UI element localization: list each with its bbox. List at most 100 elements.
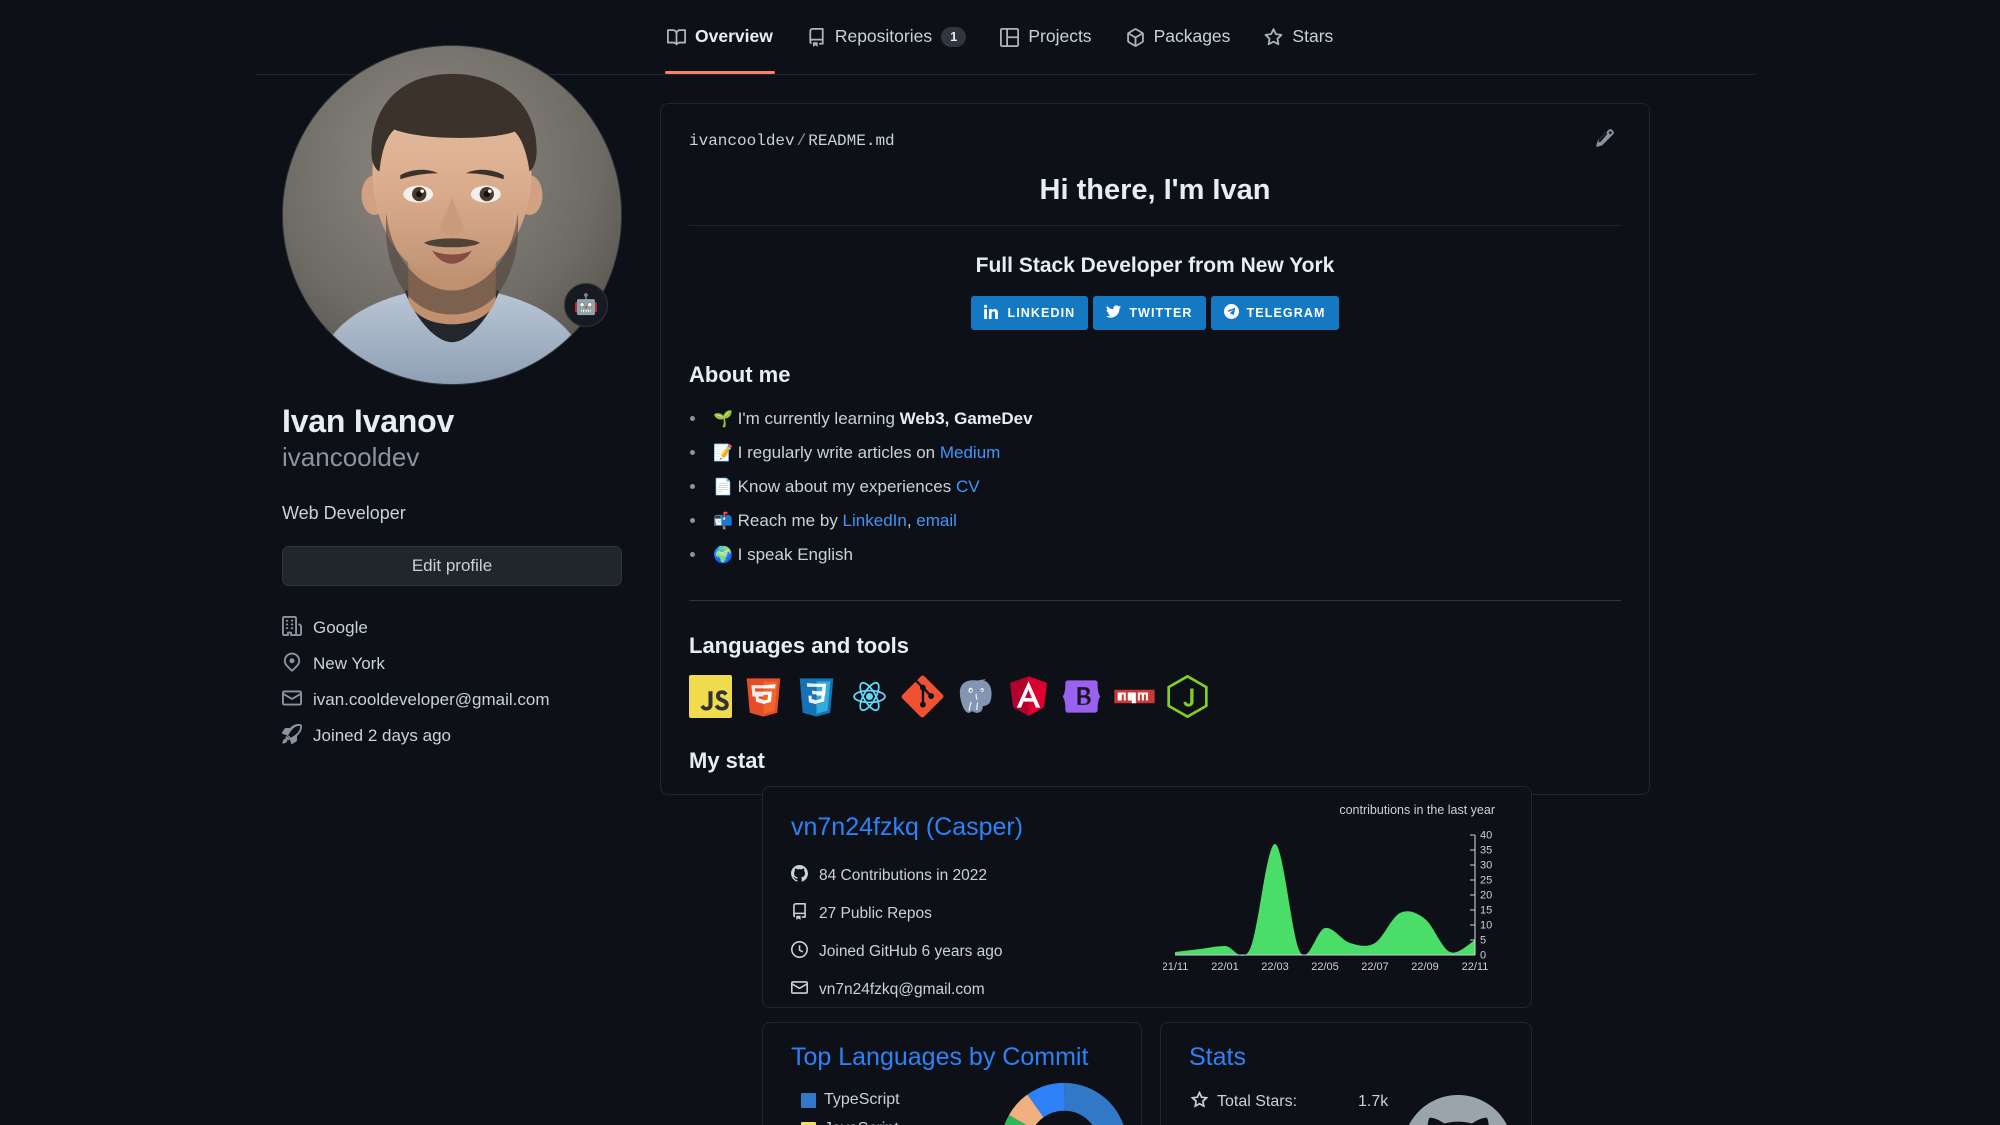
about-item-learning-text: I'm currently learning xyxy=(737,409,900,428)
languages-tools-heading: Languages and tools xyxy=(689,633,910,658)
avatar[interactable] xyxy=(282,45,622,385)
meta-email-text: ivan.cooldeveloper@gmail.com xyxy=(313,690,550,709)
globe-emoji-icon: 🌍 xyxy=(713,547,733,564)
angular-icon[interactable] xyxy=(1007,675,1050,718)
page-emoji-icon: 📄 xyxy=(713,479,733,496)
twitter-icon xyxy=(1106,304,1122,322)
table-icon xyxy=(1000,27,1020,47)
legend-swatch-typescript xyxy=(801,1092,816,1108)
nodejs-icon[interactable] xyxy=(1166,675,1209,718)
star-icon xyxy=(1190,1090,1209,1113)
telegram-badge[interactable]: TELEGRAM xyxy=(1210,296,1339,330)
casper-contributions-text: 84 Contributions in 2022 xyxy=(819,867,988,884)
repo-icon xyxy=(791,903,808,925)
rocket-icon xyxy=(281,723,302,749)
linkedin-badge[interactable]: LINKEDIN xyxy=(971,296,1089,330)
npm-icon[interactable] xyxy=(1113,675,1156,718)
tab-projects[interactable]: Projects xyxy=(998,0,1093,74)
casper-stat-card: vn7n24fzkq (Casper) 84 Contributions in … xyxy=(762,786,1532,1008)
tab-projects-label: Projects xyxy=(1028,26,1092,47)
about-item-reach: 📬 Reach me by LinkedIn, email xyxy=(707,504,1621,538)
about-item-articles: 📝 I regularly write articles on Medium xyxy=(707,436,1621,470)
tab-overview-label: Overview xyxy=(695,26,773,47)
stats-row-total-stars: Total Stars: 1.7k xyxy=(1190,1090,1388,1113)
profile-login: ivancooldev xyxy=(282,442,420,472)
profile-meta-list: Google New York ivan.cooldeveloper@gmail… xyxy=(281,615,622,749)
readme-filename[interactable]: README.md xyxy=(808,132,894,150)
svg-text:21/11: 21/11 xyxy=(1163,961,1188,973)
chart-title: contributions in the last year xyxy=(1339,803,1495,817)
about-item-language: 🌍 I speak English xyxy=(707,538,1621,572)
github-profile-page: Overview Repositories 1 Projects Package… xyxy=(0,0,2000,1125)
package-icon xyxy=(1126,27,1145,47)
svg-text:22/03: 22/03 xyxy=(1261,961,1289,973)
bootstrap-icon[interactable] xyxy=(1060,675,1103,718)
about-me-heading: About me xyxy=(689,362,791,387)
contributions-chart: 0 5 10 15 20 25 30 35 40 21/11 22/01 22/03 22/05 22/… xyxy=(1163,825,1513,995)
organization-icon xyxy=(282,615,302,641)
react-icon[interactable] xyxy=(848,675,891,718)
javascript-icon[interactable] xyxy=(689,675,732,718)
social-badges: LINKEDIN TWITTER TELEGRAM xyxy=(689,296,1621,330)
tab-packages[interactable]: Packages xyxy=(1124,0,1233,74)
svg-text:25: 25 xyxy=(1480,875,1492,887)
cv-link[interactable]: CV xyxy=(956,477,980,496)
css3-icon[interactable] xyxy=(795,675,838,718)
tab-packages-label: Packages xyxy=(1153,26,1231,47)
twitter-badge[interactable]: TWITTER xyxy=(1093,296,1206,330)
tab-overview[interactable]: Overview xyxy=(665,0,775,74)
svg-text:30: 30 xyxy=(1480,860,1492,872)
profile-sidebar: 🤖 Ivan Ivanov ivancooldev Web Developer … xyxy=(281,45,622,749)
about-item-language-text: I speak English xyxy=(737,545,853,564)
about-item-reach-text: Reach me by xyxy=(737,511,843,530)
casper-card-title[interactable]: vn7n24fzkq (Casper) xyxy=(791,813,1023,842)
svg-text:22/09: 22/09 xyxy=(1411,961,1439,973)
telegram-icon xyxy=(1223,304,1239,322)
postgresql-icon[interactable] xyxy=(954,675,997,718)
memo-emoji-icon: 📝 xyxy=(713,445,733,462)
meta-email[interactable]: ivan.cooldeveloper@gmail.com xyxy=(282,688,622,713)
svg-text:5: 5 xyxy=(1480,935,1486,947)
my-stat-heading: My stat xyxy=(689,748,765,773)
html5-icon[interactable] xyxy=(742,675,785,718)
tab-stars[interactable]: Stars xyxy=(1262,0,1335,74)
readme-header: ivancooldev / README.md xyxy=(661,104,1649,162)
tab-repositories-label: Repositories xyxy=(834,26,933,47)
octocat-icon xyxy=(1403,1095,1513,1125)
casper-repos-text: 27 Public Repos xyxy=(819,905,932,922)
readme-body: Hi there, I'm Ivan Full Stack Developer … xyxy=(661,174,1649,774)
top-languages-legend: TypeScript JavaScript xyxy=(801,1091,900,1125)
git-icon[interactable] xyxy=(901,675,944,718)
casper-joined-text: Joined GitHub 6 years ago xyxy=(819,943,1003,960)
stats-label-total-stars: Total Stars: xyxy=(1217,1093,1298,1110)
tab-repositories[interactable]: Repositories 1 xyxy=(805,0,969,74)
about-item-learning: 🌱 I'm currently learning Web3, GameDev xyxy=(707,402,1621,436)
profile-bio: Web Developer xyxy=(282,502,406,523)
meta-joined: Joined 2 days ago xyxy=(281,723,622,749)
languages-donut-chart xyxy=(999,1081,1129,1125)
casper-email-row: vn7n24fzkq@gmail.com xyxy=(791,979,1003,1001)
linkedin-link[interactable]: LinkedIn xyxy=(843,511,907,530)
edit-profile-button[interactable]: Edit profile xyxy=(282,545,622,586)
meta-location-text: New York xyxy=(313,654,385,673)
status-emoji-badge[interactable]: 🤖 xyxy=(564,283,608,327)
readme-path: ivancooldev / README.md xyxy=(689,132,895,150)
twitter-badge-label: TWITTER xyxy=(1129,306,1193,320)
casper-repos-row: 27 Public Repos xyxy=(791,903,1003,925)
readme-owner[interactable]: ivancooldev xyxy=(689,132,795,150)
svg-text:15: 15 xyxy=(1480,905,1492,917)
avatar-wrapper: 🤖 xyxy=(282,45,622,385)
top-languages-card: Top Languages by Commit TypeScript JavaS… xyxy=(762,1022,1142,1125)
email-link[interactable]: email xyxy=(916,511,957,530)
linkedin-badge-label: LINKEDIN xyxy=(1007,306,1076,320)
path-separator: / xyxy=(796,132,807,150)
linkedin-icon xyxy=(984,304,999,322)
profile-full-name: Ivan Ivanov xyxy=(282,403,455,439)
mail-icon xyxy=(791,979,808,1001)
top-languages-title: Top Languages by Commit xyxy=(791,1043,1089,1071)
pencil-icon[interactable] xyxy=(1595,128,1621,154)
medium-link[interactable]: Medium xyxy=(940,443,1000,462)
meta-joined-text: Joined 2 days ago xyxy=(313,726,451,745)
github-mark-icon xyxy=(791,865,809,887)
legend-item-typescript: TypeScript xyxy=(801,1091,900,1109)
